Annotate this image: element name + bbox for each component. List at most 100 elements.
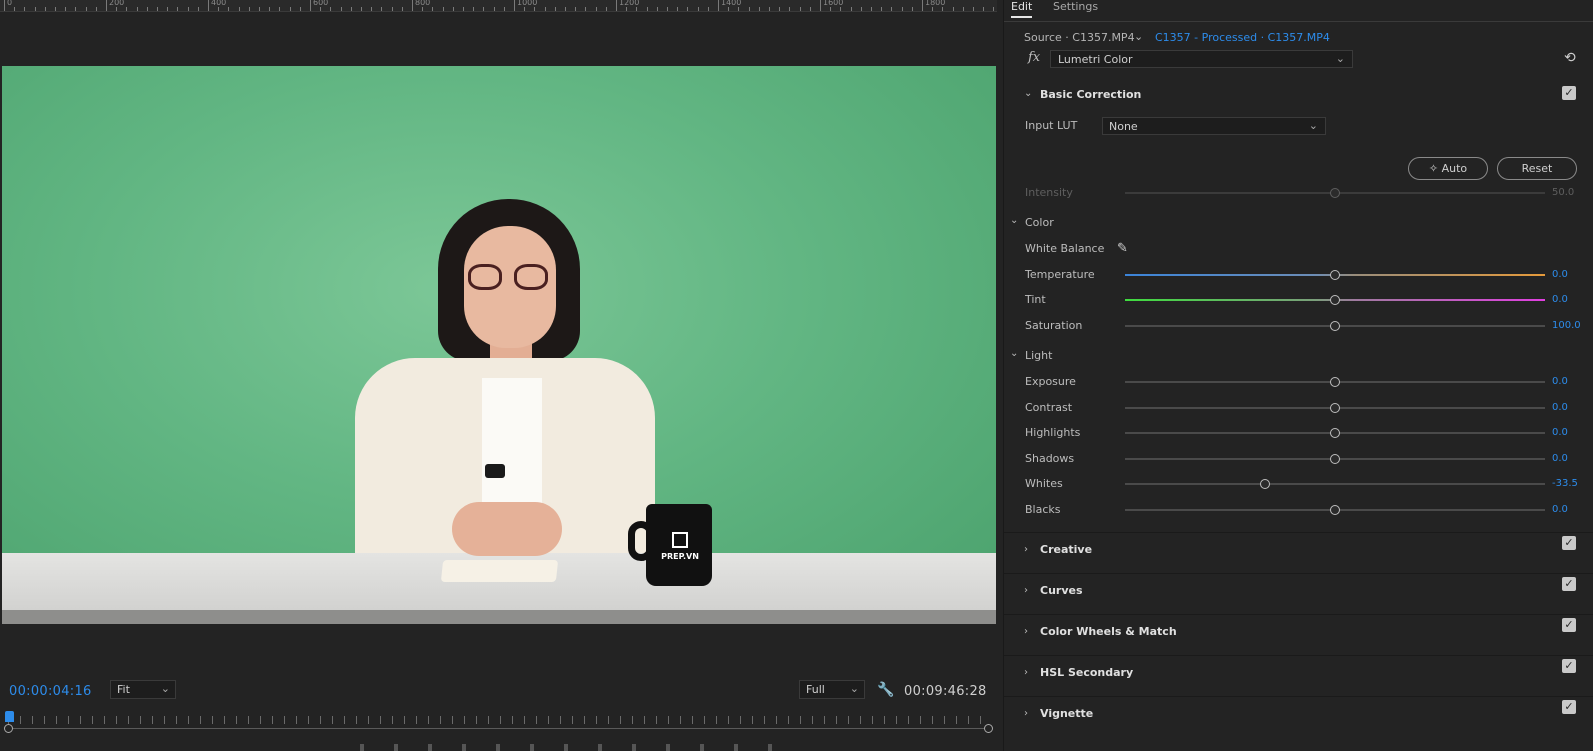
saturation-value[interactable]: 100.0 bbox=[1552, 320, 1581, 331]
ruler-tick bbox=[269, 7, 271, 11]
section-creative[interactable]: › Creative ✓ bbox=[1004, 532, 1593, 570]
ruler-tick bbox=[259, 7, 260, 11]
playhead[interactable] bbox=[5, 711, 14, 722]
out-point-handle[interactable] bbox=[984, 724, 993, 733]
chevron-down-icon[interactable]: ⌄ bbox=[1010, 348, 1018, 359]
contrast-slider[interactable] bbox=[1125, 403, 1545, 413]
chevron-right-icon: › bbox=[1024, 544, 1028, 555]
tab-settings[interactable]: Settings bbox=[1053, 0, 1098, 13]
ruler-tick bbox=[595, 7, 597, 11]
intensity-label: Intensity bbox=[1025, 186, 1073, 199]
ruler-label: 800 bbox=[415, 0, 431, 7]
ruler-tick bbox=[24, 7, 26, 11]
zoom-dropdown[interactable]: Fit ⌄ bbox=[110, 680, 176, 699]
ruler-label: 1800 bbox=[925, 0, 946, 7]
chevron-down-icon: ⌄ bbox=[1335, 52, 1345, 65]
ruler-tick bbox=[391, 7, 393, 11]
ruler-tick bbox=[840, 7, 842, 11]
chevron-down-icon[interactable]: ⌄ bbox=[1134, 30, 1143, 43]
section-color-wheels[interactable]: › Color Wheels & Match ✓ bbox=[1004, 614, 1593, 652]
color-group-label[interactable]: Color bbox=[1025, 216, 1054, 229]
tint-slider[interactable] bbox=[1125, 295, 1545, 305]
highlights-slider[interactable] bbox=[1125, 428, 1545, 438]
wrench-icon[interactable]: 🔧 bbox=[877, 682, 894, 698]
shadows-label: Shadows bbox=[1025, 452, 1075, 465]
shadows-value[interactable]: 0.0 bbox=[1552, 453, 1568, 464]
highlights-value[interactable]: 0.0 bbox=[1552, 427, 1568, 438]
whites-value[interactable]: -33.5 bbox=[1552, 478, 1578, 489]
auto-button[interactable]: ✧ Auto bbox=[1408, 157, 1488, 180]
desk-edge bbox=[2, 610, 996, 624]
ruler-tick bbox=[952, 7, 954, 11]
ruler-tick bbox=[279, 7, 281, 11]
section-enable-checkbox[interactable]: ✓ bbox=[1562, 577, 1576, 591]
ruler-tick bbox=[534, 7, 536, 11]
section-enable-checkbox[interactable]: ✓ bbox=[1562, 86, 1576, 100]
scrub-bar[interactable] bbox=[4, 716, 993, 733]
section-enable-checkbox[interactable]: ✓ bbox=[1562, 618, 1576, 632]
fx-icon[interactable]: fx bbox=[1028, 50, 1040, 65]
blacks-slider[interactable] bbox=[1125, 505, 1545, 515]
source-label[interactable]: Source · C1357.MP4 bbox=[1024, 31, 1135, 44]
slider-knob[interactable] bbox=[1330, 295, 1340, 305]
light-group-label[interactable]: Light bbox=[1025, 349, 1052, 362]
prep-logo-icon bbox=[672, 532, 688, 548]
slider-knob[interactable] bbox=[1330, 505, 1340, 515]
exposure-slider[interactable] bbox=[1125, 377, 1545, 387]
tab-edit[interactable]: Edit bbox=[1011, 0, 1033, 18]
saturation-slider[interactable] bbox=[1125, 321, 1545, 331]
slider-knob[interactable] bbox=[1330, 270, 1340, 280]
ruler-tick bbox=[463, 7, 464, 11]
transport-controls[interactable] bbox=[360, 744, 780, 751]
ruler-tick bbox=[718, 0, 719, 11]
ruler-tick bbox=[442, 7, 444, 11]
section-enable-checkbox[interactable]: ✓ bbox=[1562, 659, 1576, 673]
temperature-value[interactable]: 0.0 bbox=[1552, 269, 1568, 280]
ruler-tick bbox=[973, 7, 974, 11]
ruler-tick bbox=[412, 0, 413, 11]
reset-button[interactable]: Reset bbox=[1497, 157, 1577, 180]
ruler-tick bbox=[65, 7, 67, 11]
notebook bbox=[440, 560, 559, 582]
exposure-value[interactable]: 0.0 bbox=[1552, 376, 1568, 387]
resolution-dropdown[interactable]: Full ⌄ bbox=[799, 680, 865, 699]
mug-text: PREP.VN bbox=[661, 552, 699, 561]
shadows-slider[interactable] bbox=[1125, 454, 1545, 464]
ruler-tick bbox=[605, 7, 607, 11]
ruler-tick bbox=[75, 7, 77, 11]
section-enable-checkbox[interactable]: ✓ bbox=[1562, 536, 1576, 550]
ruler-tick bbox=[473, 7, 475, 11]
ruler-label: 1200 bbox=[619, 0, 640, 7]
eyedropper-icon[interactable]: ✎ bbox=[1117, 241, 1128, 256]
ruler-tick bbox=[238, 7, 240, 11]
section-vignette[interactable]: › Vignette ✓ bbox=[1004, 696, 1593, 734]
ruler-tick bbox=[656, 7, 658, 11]
reset-icon[interactable]: ⟲ bbox=[1564, 50, 1576, 66]
ruler-tick bbox=[983, 7, 985, 11]
chevron-down-icon[interactable]: ⌄ bbox=[1010, 215, 1018, 226]
current-timecode[interactable]: 00:00:04:16 bbox=[9, 684, 92, 699]
ruler-tick bbox=[167, 7, 169, 11]
slider-knob[interactable] bbox=[1330, 454, 1340, 464]
slider-knob[interactable] bbox=[1330, 403, 1340, 413]
slider-knob[interactable] bbox=[1330, 321, 1340, 331]
slider-knob[interactable] bbox=[1330, 428, 1340, 438]
section-curves[interactable]: › Curves ✓ bbox=[1004, 573, 1593, 611]
section-enable-checkbox[interactable]: ✓ bbox=[1562, 700, 1576, 714]
ruler-tick bbox=[514, 0, 515, 11]
ruler-tick bbox=[901, 7, 903, 11]
blacks-value[interactable]: 0.0 bbox=[1552, 504, 1568, 515]
whites-slider[interactable] bbox=[1125, 479, 1545, 489]
contrast-value[interactable]: 0.0 bbox=[1552, 402, 1568, 413]
effect-dropdown[interactable]: Lumetri Color ⌄ bbox=[1050, 50, 1353, 68]
clip-label[interactable]: C1357 - Processed · C1357.MP4 bbox=[1155, 31, 1330, 44]
tint-value[interactable]: 0.0 bbox=[1552, 294, 1568, 305]
temperature-slider[interactable] bbox=[1125, 270, 1545, 280]
in-point-handle[interactable] bbox=[4, 724, 13, 733]
slider-knob[interactable] bbox=[1330, 377, 1340, 387]
slider-knob[interactable] bbox=[1259, 479, 1270, 489]
input-lut-dropdown[interactable]: None ⌄ bbox=[1102, 117, 1326, 135]
video-frame[interactable]: PREP.VN bbox=[2, 66, 996, 624]
section-hsl-secondary[interactable]: › HSL Secondary ✓ bbox=[1004, 655, 1593, 693]
ruler-label: 600 bbox=[313, 0, 329, 7]
